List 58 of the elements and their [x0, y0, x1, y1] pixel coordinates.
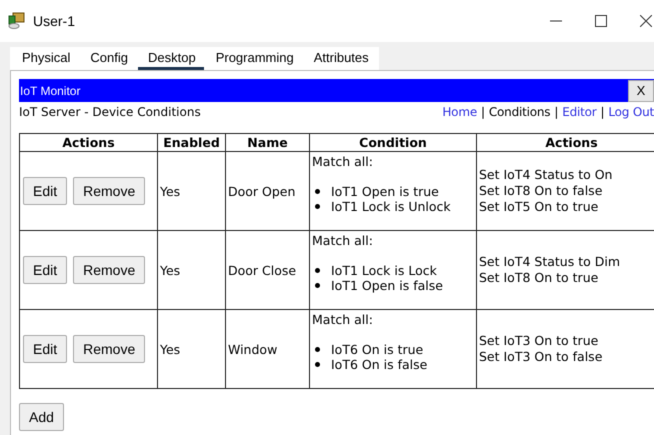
add-button[interactable]: Add [19, 403, 64, 431]
action-text: Set IoT4 Status to Dim [479, 254, 621, 270]
row-button[interactable]: Remove [73, 335, 146, 363]
column-header: Condition [359, 135, 427, 150]
nav-link[interactable]: Home [442, 105, 477, 119]
nav-separator: | [600, 105, 604, 119]
nav-separator: | [554, 105, 558, 119]
match-label: Match all: [312, 154, 374, 169]
action-text: Set IoT4 Status to On [479, 167, 614, 183]
condition-text: IoT1 Lock is Lock [331, 263, 437, 278]
column-header: Actions [62, 135, 115, 150]
row-button[interactable]: Edit [23, 256, 68, 284]
page-heading: IoT Server - Device Conditions [19, 105, 201, 119]
bullet-icon [315, 204, 320, 209]
column-header: Actions [545, 135, 598, 150]
tab[interactable]: Attributes [304, 47, 377, 70]
maximize-icon[interactable] [595, 15, 607, 27]
table-cell: Yes [160, 184, 180, 198]
condition-text: IoT1 Open is false [331, 278, 443, 293]
action-text: Set IoT8 On to true [479, 270, 600, 286]
action-text: Set IoT5 On to true [479, 199, 600, 215]
app-icon [7, 12, 27, 30]
row-button[interactable]: Edit [23, 177, 68, 205]
row-button[interactable]: Remove [73, 177, 146, 205]
close-button[interactable]: X [628, 80, 654, 102]
tab[interactable]: Config [80, 47, 136, 70]
condition-text: IoT6 On is false [331, 357, 428, 372]
table-cell: Door Open [228, 184, 296, 198]
row-button[interactable]: Edit [23, 335, 68, 363]
match-label: Match all: [312, 233, 374, 248]
bullet-icon [315, 362, 320, 367]
action-text: Set IoT8 On to false [479, 183, 604, 199]
condition-text: IoT1 Open is true [331, 184, 439, 199]
window-title: User-1 [33, 13, 76, 29]
table-cell: Yes [160, 262, 180, 278]
close-icon[interactable] [640, 15, 652, 27]
column-header: Name [247, 135, 288, 150]
nav-current: Conditions [488, 105, 550, 119]
tab[interactable]: Physical [12, 47, 78, 70]
match-label: Match all: [312, 312, 374, 327]
bullet-icon [315, 189, 320, 194]
row-button[interactable]: Remove [73, 256, 146, 284]
column-header: Enabled [163, 135, 220, 150]
table-cell: Yes [160, 342, 180, 356]
table-cell: Window [228, 342, 278, 356]
bullet-icon [315, 347, 320, 352]
nav-link[interactable]: Log Out [608, 105, 654, 119]
condition-text: IoT1 Lock is Unlock [331, 199, 451, 214]
action-text: Set IoT3 On to false [479, 349, 604, 365]
condition-text: IoT6 On is true [331, 342, 424, 357]
tab[interactable]: Programming [206, 47, 302, 70]
bullet-icon [315, 268, 320, 273]
nav-link[interactable]: Editor [562, 105, 597, 119]
app-title: IoT Monitor [19, 84, 80, 98]
nav-separator: | [481, 105, 485, 119]
action-text: Set IoT3 On to true [479, 333, 600, 349]
table-cell: Door Close [228, 262, 296, 278]
bullet-icon [315, 283, 320, 288]
